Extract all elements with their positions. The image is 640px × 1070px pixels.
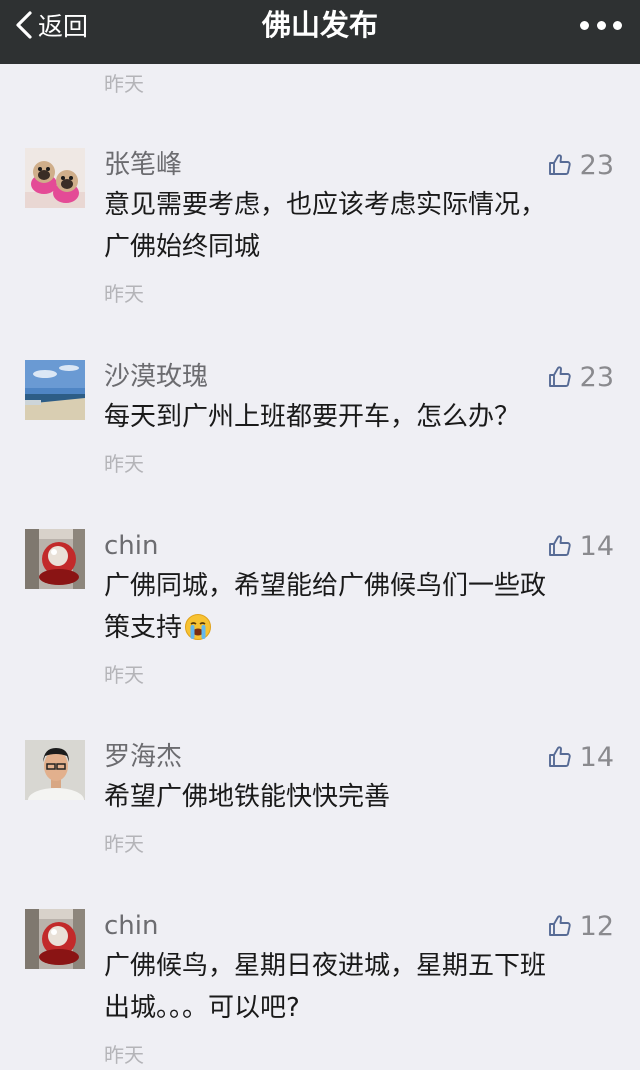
avatar[interactable] [25,529,85,589]
like-count: 14 [579,741,614,773]
comment-text-line: 每天到广州上班都要开车，怎么办？ [104,402,521,432]
like-count: 23 [579,149,614,181]
page-title: 佛山发布 [261,8,378,42]
comment-text-line-with-emoji: 策支持 [104,607,619,654]
commenter-name: 沙漠玫瑰 [104,362,209,392]
more-dots-icon [596,20,606,30]
crying-face-emoji [184,612,212,654]
like-button[interactable]: 14 [548,529,614,563]
comment-text: 广佛同城，希望能给广佛候鸟们一些政 策支持 [104,565,619,654]
commenter-name: 张笔峰 [104,150,183,180]
avatar[interactable] [25,148,85,208]
navigation-bar: 返回 佛山发布 [0,0,640,64]
back-label: 返回 [38,12,89,41]
more-dots-icon [580,20,589,30]
like-count: 12 [579,910,614,942]
like-count: 23 [579,361,614,393]
avatar[interactable] [25,909,85,969]
comment-time: 昨天 [104,832,144,856]
more-dots-icon [613,20,622,30]
comment-text-line: 策支持 [104,613,183,643]
comment-text-line: 希望广佛地铁能快快完善 [104,782,391,812]
previous-comment-time: 昨天 [104,72,144,96]
like-button[interactable]: 12 [548,909,614,943]
thumbs-up-icon [548,153,580,177]
like-button[interactable]: 14 [548,740,614,774]
comment-time: 昨天 [104,663,144,687]
avatar[interactable] [25,360,85,420]
comment-text-line: 广佛候鸟，星期日夜进城，星期五下班 [104,951,547,981]
comment-text: 广佛候鸟，星期日夜进城，星期五下班 出城。。。可以吧? [104,945,619,1029]
commenter-name: chin [104,911,159,941]
comment-text: 每天到广州上班都要开车，怎么办？ [104,396,619,438]
like-button[interactable]: 23 [548,148,614,182]
comment-time: 昨天 [104,452,144,476]
comment-text: 希望广佛地铁能快快完善 [104,776,619,818]
comment-text-line: 意见需要考虑，也应该考虑实际情况， [104,190,547,220]
comment-time: 昨天 [104,282,144,306]
thumbs-up-icon [548,365,580,389]
like-count: 14 [579,530,614,562]
comment-text-line: 广佛始终同城 [104,232,261,262]
comment-text-line: 出城。。。可以吧? [104,993,300,1023]
chevron-left-icon [14,10,34,40]
comment-text: 意见需要考虑，也应该考虑实际情况， 广佛始终同城 [104,184,619,268]
thumbs-up-icon [548,534,580,558]
like-button[interactable]: 23 [548,360,614,394]
comment-text-line: 广佛同城，希望能给广佛候鸟们一些政 [104,571,547,601]
comment-time: 昨天 [104,1043,144,1067]
avatar[interactable] [25,740,85,800]
commenter-name: 罗海杰 [104,742,183,772]
back-button[interactable]: 返回 [14,0,88,50]
commenter-name: chin [104,531,159,561]
thumbs-up-icon [548,914,580,938]
thumbs-up-icon [548,745,580,769]
more-button[interactable] [580,14,622,36]
